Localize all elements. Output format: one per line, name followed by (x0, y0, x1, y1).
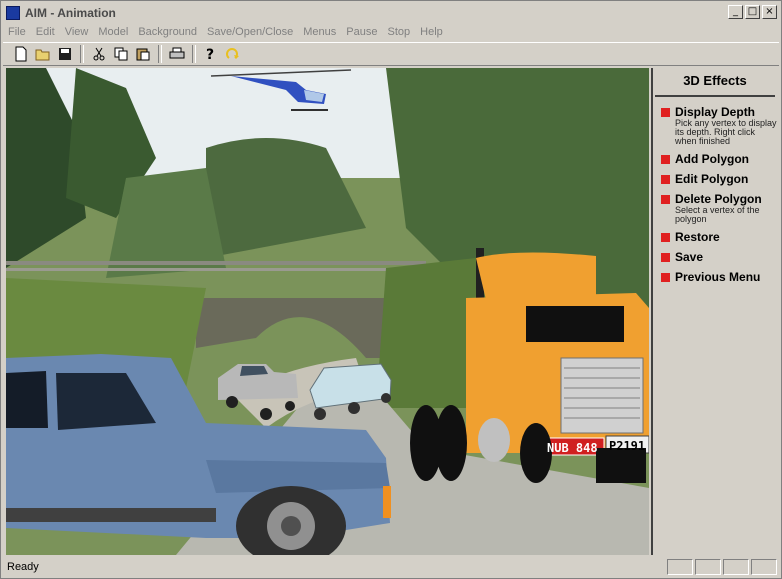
scene-graphic: NUB 848 P2191 (6, 68, 649, 555)
toolbar-separator (80, 45, 84, 63)
menu-view[interactable]: View (60, 26, 94, 38)
panel-item-delete-polygon[interactable]: Delete Polygon Select a vertex of the po… (661, 192, 777, 224)
panel-item-label: Display Depth (675, 105, 756, 119)
panel-item-edit-polygon[interactable]: Edit Polygon (661, 172, 777, 186)
status-text: Ready (7, 561, 39, 573)
menu-help[interactable]: Help (415, 26, 448, 38)
status-cell (695, 559, 721, 575)
bullet-icon (661, 252, 670, 262)
new-icon[interactable] (11, 44, 31, 64)
panel-title: 3D Effects (655, 68, 775, 97)
save-icon[interactable] (55, 44, 75, 64)
menu-background[interactable]: Background (133, 26, 202, 38)
status-cell (723, 559, 749, 575)
open-icon[interactable] (33, 44, 53, 64)
panel-item-save[interactable]: Save (661, 250, 777, 264)
toolbar-separator (192, 45, 196, 63)
menu-model[interactable]: Model (93, 26, 133, 38)
window-title: AIM - Animation (25, 6, 116, 20)
minimize-button[interactable]: _ (728, 5, 743, 19)
panel-item-label: Restore (675, 230, 720, 244)
window-controls: _ □ × (728, 5, 777, 19)
panel-item-label: Delete Polygon (675, 192, 762, 206)
paste-icon[interactable] (133, 44, 153, 64)
copy-icon[interactable] (111, 44, 131, 64)
bullet-icon (661, 272, 670, 282)
menu-menus[interactable]: Menus (298, 26, 341, 38)
toolbar: ? (3, 42, 779, 66)
cut-icon[interactable] (89, 44, 109, 64)
menu-save-open-close[interactable]: Save/Open/Close (202, 26, 298, 38)
bullet-icon (661, 232, 670, 242)
close-button[interactable]: × (762, 5, 777, 19)
menu-file[interactable]: File (3, 26, 31, 38)
help-icon[interactable]: ? (201, 44, 221, 64)
print-icon[interactable] (167, 44, 187, 64)
redo-icon[interactable] (223, 44, 243, 64)
status-bar: Ready (3, 557, 779, 577)
status-cell (667, 559, 693, 575)
panel-item-add-polygon[interactable]: Add Polygon (661, 152, 777, 166)
panel-item-label: Add Polygon (675, 152, 749, 166)
title-bar: AIM - Animation _ □ × (3, 3, 779, 23)
panel-item-description: Select a vertex of the polygon (675, 205, 760, 224)
effects-panel: 3D Effects Display Depth Pick any vertex… (651, 68, 777, 555)
panel-item-restore[interactable]: Restore (661, 230, 777, 244)
menu-edit[interactable]: Edit (31, 26, 60, 38)
panel-menu: Display Depth Pick any vertex to display… (653, 97, 777, 284)
truck-plate-left: NUB 848 (547, 441, 598, 455)
panel-item-label: Previous Menu (675, 270, 761, 284)
panel-item-previous-menu[interactable]: Previous Menu (661, 270, 777, 284)
maximize-button[interactable]: □ (745, 5, 760, 19)
svg-text:?: ? (206, 47, 214, 62)
toolbar-separator (158, 45, 162, 63)
menu-pause[interactable]: Pause (341, 26, 382, 38)
menu-stop[interactable]: Stop (383, 26, 416, 38)
app-window: AIM - Animation _ □ × File Edit View Mod… (0, 0, 782, 579)
status-cell (751, 559, 777, 575)
panel-item-label: Edit Polygon (675, 172, 749, 186)
app-icon (6, 6, 20, 20)
bullet-icon (661, 154, 670, 164)
menu-bar: File Edit View Model Background Save/Ope… (3, 23, 779, 41)
truck-plate-right: P2191 (609, 439, 645, 453)
bullet-icon (661, 194, 670, 204)
panel-item-description: Pick any vertex to display its depth. Ri… (675, 118, 777, 146)
panel-item-display-depth[interactable]: Display Depth Pick any vertex to display… (661, 105, 777, 146)
bullet-icon (661, 174, 670, 184)
panel-item-label: Save (675, 250, 704, 264)
animation-viewport[interactable]: NUB 848 P2191 (6, 68, 649, 555)
bullet-icon (661, 107, 670, 117)
